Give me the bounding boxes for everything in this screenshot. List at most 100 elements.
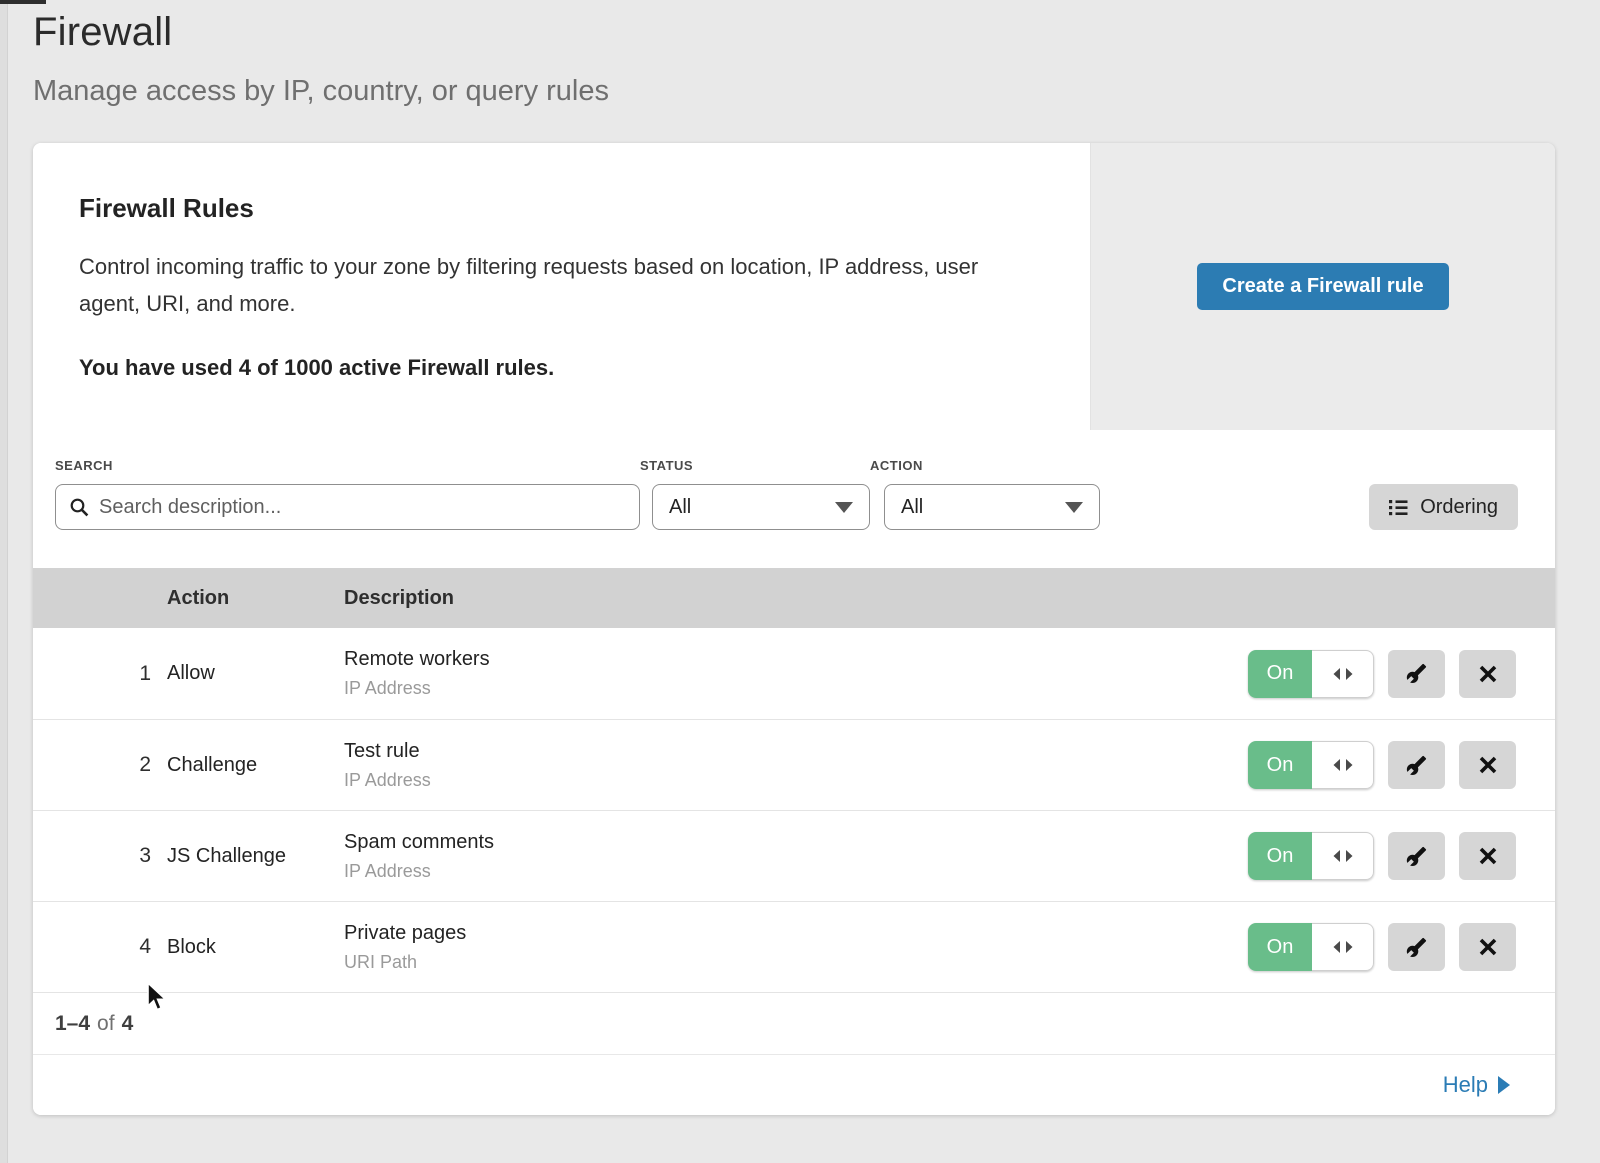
- rule-match-type: IP Address: [344, 770, 1248, 791]
- delete-rule-button[interactable]: [1459, 923, 1516, 971]
- table-header: Action Description: [33, 568, 1555, 628]
- rule-description-title: Private pages: [344, 922, 1248, 945]
- description-column-header: Description: [344, 587, 1555, 610]
- window-edge: [0, 0, 8, 1163]
- status-label: STATUS: [640, 458, 870, 473]
- rule-description: Spam comments IP Address: [344, 831, 1248, 882]
- search-box[interactable]: [55, 484, 640, 530]
- toggle-handle[interactable]: [1312, 650, 1374, 698]
- action-filter: ACTION All: [870, 458, 1100, 530]
- table-row: 4 Block Private pages URI Path On: [33, 901, 1555, 992]
- rule-enabled-toggle[interactable]: On: [1248, 923, 1374, 971]
- firewall-rules-heading: Firewall Rules: [79, 193, 1030, 224]
- rule-action: Block: [167, 936, 344, 959]
- wrench-icon: [1406, 755, 1427, 776]
- rule-priority: 3: [33, 844, 167, 868]
- rule-description: Remote workers IP Address: [344, 648, 1248, 699]
- rule-description-title: Spam comments: [344, 831, 1248, 854]
- table-row: 3 JS Challenge Spam comments IP Address …: [33, 810, 1555, 901]
- status-select-value: All: [669, 496, 691, 519]
- delete-rule-button[interactable]: [1459, 741, 1516, 789]
- card-footer: Help: [33, 1054, 1555, 1115]
- search-icon: [70, 498, 89, 517]
- page-title: Firewall: [33, 10, 609, 55]
- rule-action: JS Challenge: [167, 845, 344, 868]
- close-icon: [1478, 755, 1498, 775]
- rule-enabled-toggle[interactable]: On: [1248, 741, 1374, 789]
- toggle-arrows-icon: [1332, 667, 1354, 681]
- toggle-arrows-icon: [1332, 849, 1354, 863]
- toggle-arrows-icon: [1332, 758, 1354, 772]
- rule-enabled-toggle[interactable]: On: [1248, 832, 1374, 880]
- status-select[interactable]: All: [652, 484, 870, 530]
- toggle-handle[interactable]: [1312, 832, 1374, 880]
- pagination: 1–4 of 4: [33, 992, 1555, 1054]
- wrench-icon: [1406, 937, 1427, 958]
- page-header: Firewall Manage access by IP, country, o…: [33, 10, 609, 108]
- ordering-button-label: Ordering: [1420, 496, 1498, 519]
- rule-controls: On: [1248, 923, 1555, 971]
- action-column-header: Action: [167, 587, 344, 610]
- toggle-on-label: On: [1248, 923, 1312, 971]
- rule-match-type: IP Address: [344, 861, 1248, 882]
- rule-enabled-toggle[interactable]: On: [1248, 650, 1374, 698]
- rule-description-title: Test rule: [344, 740, 1248, 763]
- help-link[interactable]: Help: [1443, 1072, 1510, 1098]
- edit-rule-button[interactable]: [1388, 832, 1445, 880]
- help-arrow-icon: [1498, 1076, 1510, 1094]
- action-label: ACTION: [870, 458, 1100, 473]
- wrench-icon: [1406, 846, 1427, 867]
- chevron-down-icon: [835, 502, 853, 513]
- rule-action: Challenge: [167, 754, 344, 777]
- table-row: 1 Allow Remote workers IP Address On: [33, 628, 1555, 719]
- pagination-range: 1–4: [55, 1012, 90, 1036]
- ordered-list-icon: [1389, 499, 1408, 516]
- rule-controls: On: [1248, 832, 1555, 880]
- search-label: SEARCH: [55, 458, 640, 473]
- rule-description: Private pages URI Path: [344, 922, 1248, 973]
- firewall-rules-description: Control incoming traffic to your zone by…: [79, 248, 1029, 322]
- edit-rule-button[interactable]: [1388, 650, 1445, 698]
- rule-priority: 4: [33, 935, 167, 959]
- ordering-button[interactable]: Ordering: [1369, 484, 1518, 530]
- wrench-icon: [1406, 663, 1427, 684]
- rules-list: 1 Allow Remote workers IP Address On: [33, 628, 1555, 992]
- firewall-rules-info-section: Firewall Rules Control incoming traffic …: [33, 143, 1555, 430]
- firewall-rules-info: Firewall Rules Control incoming traffic …: [33, 143, 1090, 430]
- rule-match-type: URI Path: [344, 952, 1248, 973]
- close-icon: [1478, 664, 1498, 684]
- table-row: 2 Challenge Test rule IP Address On: [33, 719, 1555, 810]
- delete-rule-button[interactable]: [1459, 650, 1516, 698]
- rule-priority: 2: [33, 753, 167, 777]
- pagination-total: 4: [122, 1012, 134, 1036]
- create-rule-panel: Create a Firewall rule: [1090, 143, 1555, 430]
- rule-match-type: IP Address: [344, 678, 1248, 699]
- rule-description: Test rule IP Address: [344, 740, 1248, 791]
- rule-description-title: Remote workers: [344, 648, 1248, 671]
- firewall-rules-usage: You have used 4 of 1000 active Firewall …: [79, 355, 1030, 381]
- toggle-arrows-icon: [1332, 940, 1354, 954]
- rule-priority: 1: [33, 662, 167, 686]
- pagination-of: of: [97, 1012, 115, 1036]
- create-firewall-rule-button[interactable]: Create a Firewall rule: [1197, 263, 1448, 310]
- edit-rule-button[interactable]: [1388, 923, 1445, 971]
- delete-rule-button[interactable]: [1459, 832, 1516, 880]
- close-icon: [1478, 846, 1498, 866]
- action-select-value: All: [901, 496, 923, 519]
- action-select[interactable]: All: [884, 484, 1100, 530]
- toggle-handle[interactable]: [1312, 741, 1374, 789]
- toggle-on-label: On: [1248, 741, 1312, 789]
- toggle-handle[interactable]: [1312, 923, 1374, 971]
- rule-controls: On: [1248, 741, 1555, 789]
- rule-controls: On: [1248, 650, 1555, 698]
- filter-bar: SEARCH STATUS All ACTION All: [33, 430, 1555, 568]
- edit-rule-button[interactable]: [1388, 741, 1445, 789]
- window-corner-artifact: [0, 0, 46, 4]
- firewall-rules-card: Firewall Rules Control incoming traffic …: [33, 143, 1555, 1115]
- page-subtitle: Manage access by IP, country, or query r…: [33, 75, 609, 108]
- status-filter: STATUS All: [640, 458, 870, 530]
- help-link-label: Help: [1443, 1072, 1488, 1098]
- close-icon: [1478, 937, 1498, 957]
- toggle-on-label: On: [1248, 832, 1312, 880]
- search-input[interactable]: [99, 496, 625, 519]
